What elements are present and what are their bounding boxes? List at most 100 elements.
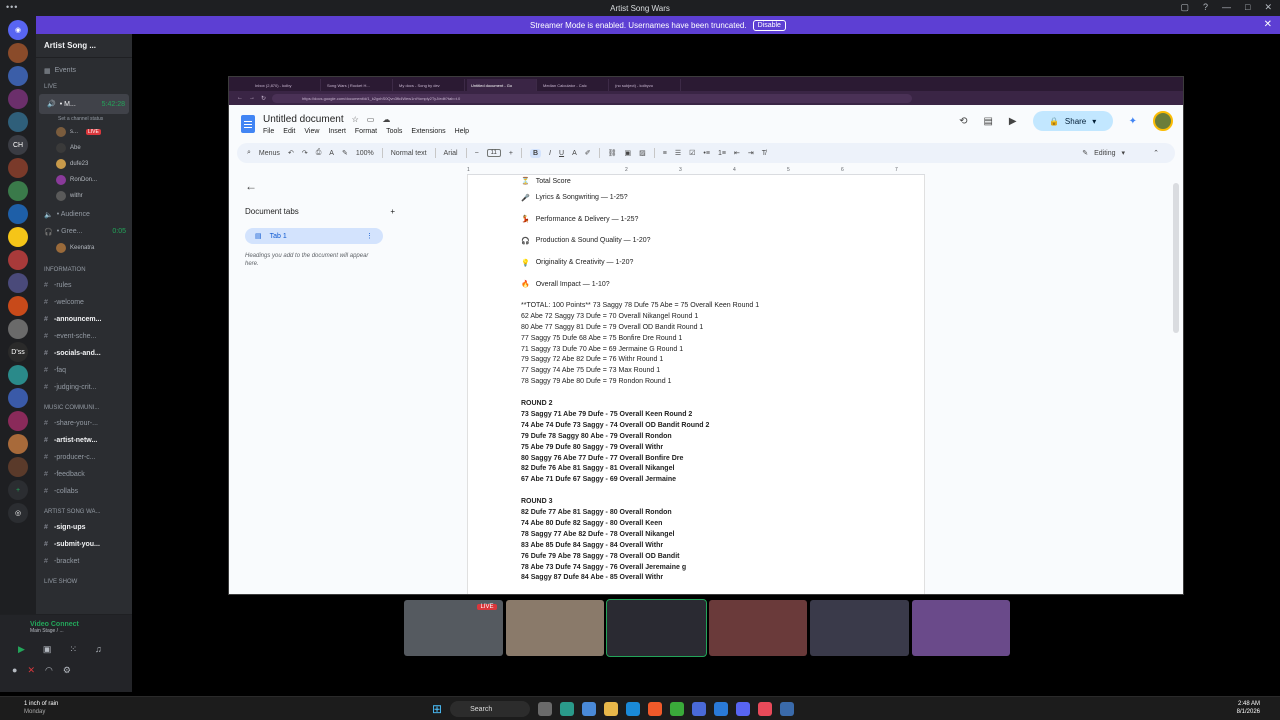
redo-icon[interactable]: ↷ (302, 149, 308, 157)
stream-tile[interactable] (911, 600, 1010, 656)
indent-decrease-icon[interactable]: ⇤ (734, 149, 740, 157)
activities-icon[interactable]: ⁙ (69, 644, 77, 655)
stream-tile[interactable] (708, 600, 807, 656)
text-color-icon[interactable]: A (572, 150, 577, 157)
font-size-decrease[interactable]: − (475, 150, 479, 157)
discord-icon[interactable] (736, 702, 751, 716)
italic-icon[interactable]: I (549, 150, 551, 157)
steam-icon[interactable] (780, 702, 795, 716)
app-icon[interactable] (692, 702, 707, 716)
image-icon[interactable]: ▨ (639, 149, 646, 157)
meet-icon[interactable]: ▶ (1009, 116, 1017, 127)
camera-icon[interactable]: ▶ (18, 644, 25, 655)
link-icon[interactable]: ⛓ (608, 149, 617, 157)
spellcheck-icon[interactable]: A (329, 150, 334, 157)
mute-icon[interactable]: ✕ (27, 665, 35, 676)
voice-user[interactable]: withr (36, 188, 132, 204)
star-icon[interactable]: ☆ (352, 115, 359, 124)
menu-tools[interactable]: Tools (386, 128, 402, 135)
editing-mode-select[interactable]: ✎ Editing ▾ (1082, 149, 1125, 158)
task-view-icon[interactable] (538, 702, 553, 716)
maximize-icon[interactable]: □ (1245, 2, 1250, 13)
stream-tile[interactable] (606, 599, 707, 657)
channel-status[interactable]: Set a channel status (36, 114, 132, 124)
document-title[interactable]: Untitled document (263, 114, 344, 125)
channel-welcome[interactable]: # -welcome (36, 294, 132, 311)
font-size-input[interactable]: 11 (486, 149, 501, 157)
back-icon[interactable]: ← (237, 95, 243, 101)
history-icon[interactable]: ⟲ (959, 116, 967, 127)
events-item[interactable]: ▦ Events (36, 62, 132, 79)
forward-icon[interactable]: → (249, 95, 255, 101)
underline-icon[interactable]: U (559, 150, 564, 157)
server-icon[interactable] (8, 388, 28, 408)
font-select[interactable]: Arial (444, 150, 458, 157)
server-ch[interactable]: CH (8, 135, 28, 155)
app-icon[interactable] (582, 702, 597, 716)
style-select[interactable]: Normal text (391, 150, 427, 157)
menu-dots-icon[interactable]: ••• (6, 2, 18, 12)
category-live[interactable]: LIVE (36, 79, 132, 94)
channel-rules[interactable]: # -rules (36, 277, 132, 294)
menu-view[interactable]: View (304, 128, 319, 135)
app-icon[interactable] (670, 702, 685, 716)
server-icon[interactable] (8, 411, 28, 431)
windows-start-icon[interactable]: ⊞ (432, 702, 442, 716)
bold-icon[interactable]: B (529, 148, 542, 158)
channel-producer-corner[interactable]: # -producer-c... (36, 449, 132, 466)
server-icon[interactable] (8, 457, 28, 477)
server-icon[interactable] (8, 66, 28, 86)
browser-tab[interactable]: Song Wars | Rocket H... (323, 79, 393, 91)
align-icon[interactable]: ≡ (663, 150, 667, 157)
voice-user[interactable]: RonDon... (36, 172, 132, 188)
close-banner-icon[interactable]: ✕ (1264, 19, 1272, 30)
close-icon[interactable]: ✕ (1264, 2, 1272, 13)
channel-announcements[interactable]: # -announcem... (36, 311, 132, 328)
voice-user[interactable]: Abe (36, 140, 132, 156)
channel-artist-network[interactable]: # -artist-netw... (36, 432, 132, 449)
channel-share-your-music[interactable]: # -share-your-... (36, 415, 132, 432)
stream-tile[interactable] (810, 600, 909, 656)
add-server-icon[interactable]: + (8, 480, 28, 500)
channel-event-schedule[interactable]: # -event-sche... (36, 328, 132, 345)
music-icon[interactable] (758, 702, 773, 716)
channel-faq[interactable]: # -faq (36, 362, 132, 379)
menu-file[interactable]: File (263, 128, 274, 135)
menu-edit[interactable]: Edit (283, 128, 295, 135)
share-button[interactable]: 🔒 Share ▾ (1032, 111, 1113, 131)
server-icon[interactable] (8, 89, 28, 109)
document-page[interactable]: ⏳ Total Score 🎤 Lyrics & Songwriting — 1-2… (467, 175, 925, 594)
stream-tile[interactable] (505, 600, 604, 656)
disable-button[interactable]: Disable (752, 19, 786, 31)
brave-icon[interactable] (648, 702, 663, 716)
document-tab-1[interactable]: ▤ Tab 1 ⋮ (245, 228, 383, 244)
channel-socials[interactable]: # -socials-and... (36, 345, 132, 362)
menu-format[interactable]: Format (355, 128, 377, 135)
file-explorer-icon[interactable] (604, 702, 619, 716)
comment-icon[interactable]: ▣ (625, 149, 632, 157)
stream-tile[interactable]: LIVE (404, 600, 503, 656)
server-icon[interactable] (8, 227, 28, 247)
font-size-increase[interactable]: + (509, 150, 513, 157)
menu-extensions[interactable]: Extensions (411, 128, 445, 135)
settings-icon[interactable]: ⚙ (63, 665, 71, 676)
channel-judging-criteria[interactable]: # -judging-crit... (36, 379, 132, 396)
app-icon[interactable] (714, 702, 729, 716)
browser-tab[interactable]: Inbox (2,870) - kolby (251, 79, 321, 91)
edge-icon[interactable] (626, 702, 641, 716)
address-bar[interactable]: https://docs.google.com/document/d/1_k2g… (272, 93, 913, 103)
menus-search[interactable]: Menus (259, 150, 280, 157)
system-clock[interactable]: 2:48 AM 8/1/2026 (1237, 700, 1260, 717)
add-tab-icon[interactable]: + (390, 207, 395, 216)
voice-channel-audience[interactable]: 🔈 • Audience (36, 206, 132, 223)
discover-icon[interactable]: ◎ (8, 503, 28, 523)
channel-bracket[interactable]: # -bracket (36, 553, 132, 570)
server-icon[interactable] (8, 204, 28, 224)
app-icon[interactable] (560, 702, 575, 716)
weather-widget[interactable]: 1 inch of rain Monday (24, 701, 58, 717)
docs-logo-icon[interactable] (241, 115, 255, 133)
search-icon[interactable]: ⌕ (247, 149, 251, 157)
self-avatar[interactable]: ● (12, 665, 17, 676)
server-icon[interactable] (8, 181, 28, 201)
server-icon[interactable] (8, 434, 28, 454)
